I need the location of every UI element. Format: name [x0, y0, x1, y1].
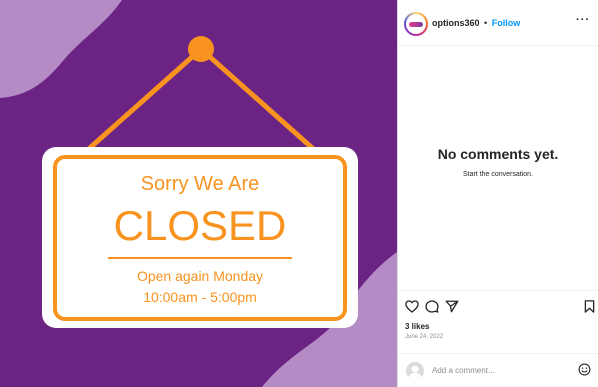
user-avatar	[406, 362, 424, 380]
no-comments-title: No comments yet.	[437, 146, 559, 162]
sign-text-sorry: Sorry We Are	[141, 173, 260, 195]
avatar-logo-frame	[406, 14, 426, 34]
likes-count[interactable]: 3 likes	[405, 322, 429, 331]
heart-icon[interactable]	[405, 300, 419, 313]
sign-text-hours: 10:00am - 5:00pm	[143, 289, 257, 305]
post-date: June 24, 2022	[405, 334, 444, 340]
username-link[interactable]: options360	[432, 18, 480, 28]
sign-text-open-again: Open again Monday	[137, 268, 263, 284]
no-comments-subtitle: Start the conversation.	[462, 171, 534, 178]
brand-logo-icon	[409, 21, 423, 27]
follow-button[interactable]: Follow	[492, 18, 521, 28]
comment-divider	[398, 353, 598, 354]
user-silhouette-icon	[408, 365, 422, 380]
post-sidebar: options360 • Follow ··· No comments yet.…	[397, 0, 598, 387]
actions-divider	[398, 290, 598, 292]
sign-text-closed: CLOSED	[114, 202, 287, 249]
closed-sign-graphic: Sorry We Are CLOSED Open again Monday 10…	[0, 0, 397, 387]
header-text: options360 • Follow	[432, 18, 520, 28]
paper-plane-icon[interactable]	[445, 300, 459, 313]
nail-pin	[188, 36, 214, 62]
comment-icon[interactable]	[425, 300, 439, 313]
more-options-button[interactable]: ···	[576, 14, 590, 26]
bookmark-icon[interactable]	[584, 300, 595, 313]
post-header: options360 • Follow ···	[398, 0, 598, 46]
comment-input[interactable]: Add a comment...	[432, 366, 495, 375]
separator-dot: •	[484, 18, 488, 28]
smiley-icon[interactable]	[578, 363, 591, 376]
profile-avatar[interactable]	[404, 12, 428, 36]
post-image[interactable]: Sorry We Are CLOSED Open again Monday 10…	[0, 0, 397, 387]
